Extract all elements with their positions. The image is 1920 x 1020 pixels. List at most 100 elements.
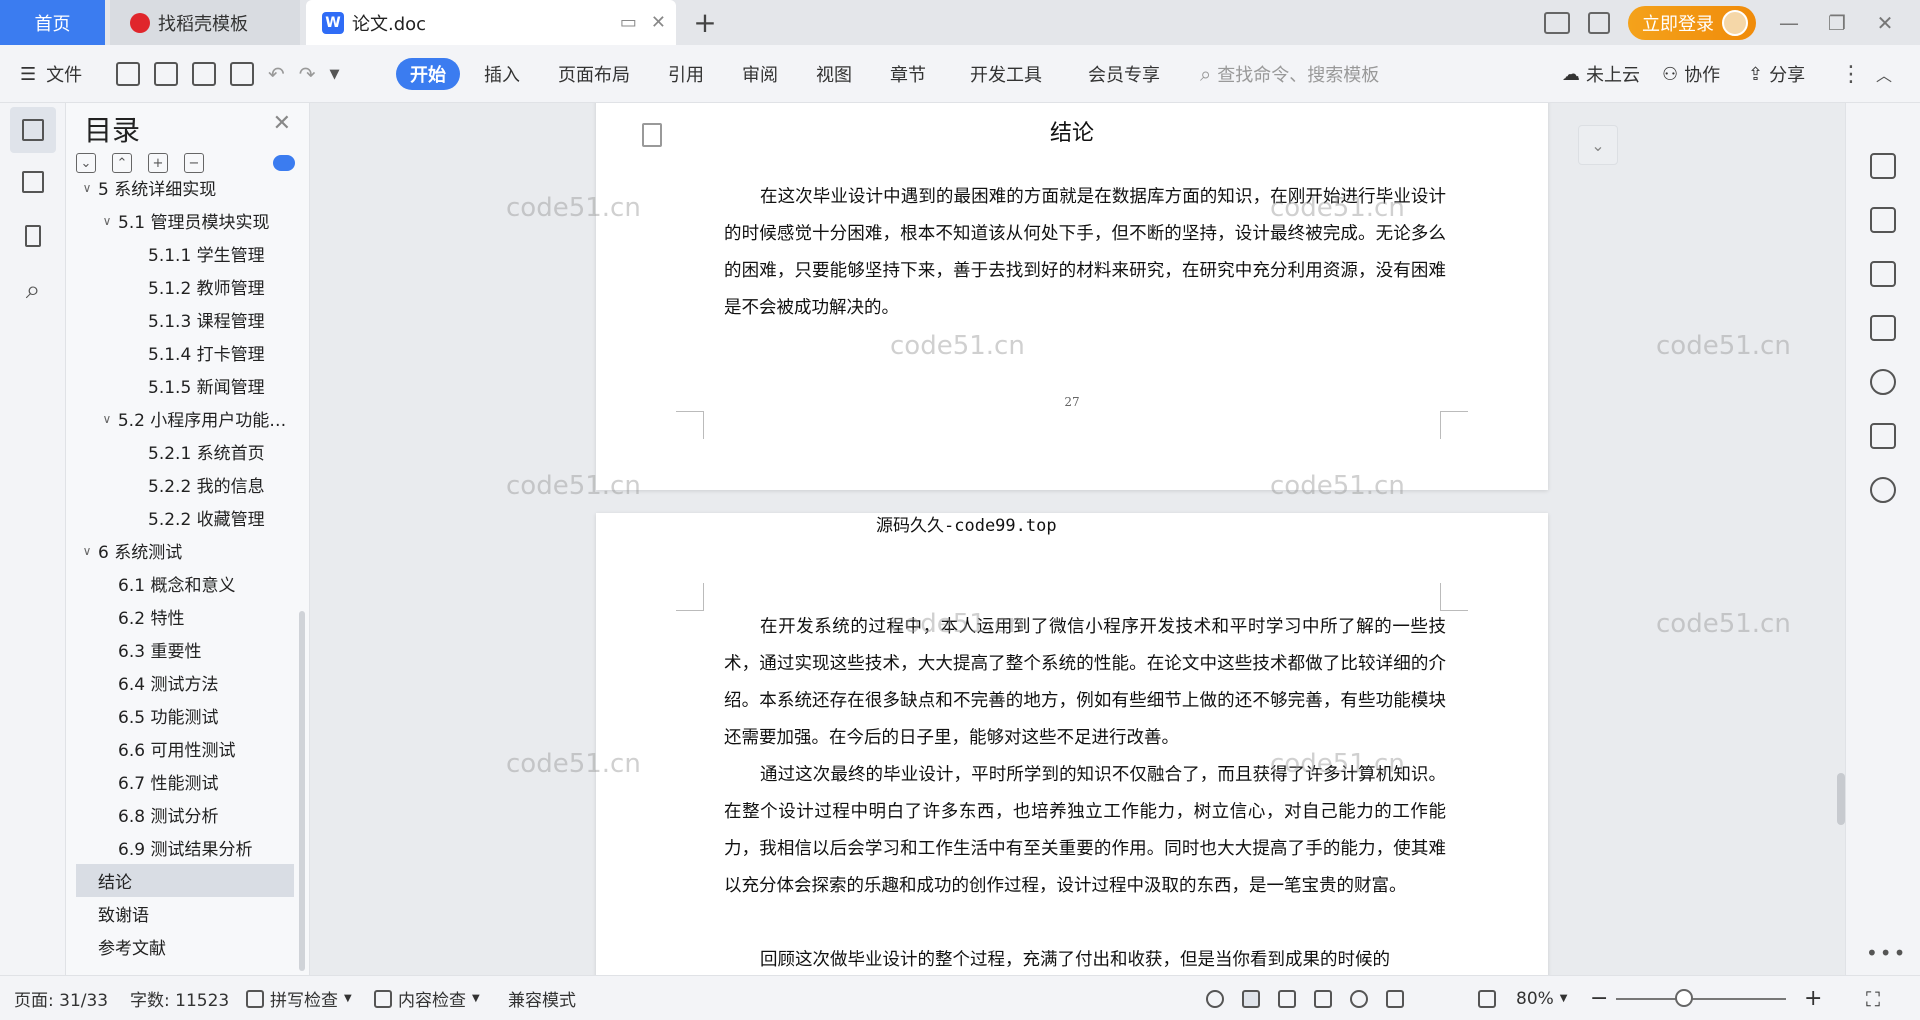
- toc-item[interactable]: 5.1.4 打卡管理: [66, 336, 309, 369]
- toc-item[interactable]: 参考文献: [66, 930, 309, 963]
- toc-item[interactable]: ∨ 6 系统测试: [66, 534, 309, 567]
- tab-home[interactable]: 首页: [0, 0, 105, 45]
- toc-item[interactable]: 6.8 测试分析: [66, 798, 309, 831]
- layout-icon[interactable]: [1544, 11, 1570, 34]
- save-icon[interactable]: [116, 62, 140, 86]
- toc-item[interactable]: 6.2 特性: [66, 600, 309, 633]
- tab-member[interactable]: 会员专享: [1088, 45, 1160, 103]
- more-options-icon[interactable]: ⋮: [1840, 45, 1862, 103]
- remove-level-icon[interactable]: −: [184, 153, 204, 173]
- page-indicator[interactable]: 页面: 31/33: [14, 976, 108, 1020]
- chevron-down-icon[interactable]: ∨: [96, 214, 118, 228]
- toc-item[interactable]: 6.4 测试方法: [66, 666, 309, 699]
- zoom-out-icon[interactable]: −: [1590, 976, 1608, 1020]
- reading-view-icon[interactable]: [1314, 989, 1332, 1008]
- content-check-button[interactable]: 内容检查 ▼: [374, 976, 480, 1020]
- write-view-icon[interactable]: [1386, 989, 1404, 1008]
- tab-start[interactable]: 开始: [396, 58, 460, 90]
- zoom-dropdown[interactable]: 80% ▼: [1516, 976, 1568, 1020]
- tab-insert[interactable]: 插入: [484, 45, 520, 103]
- toc-item[interactable]: 5.2.2 收藏管理: [66, 501, 309, 534]
- monitor-icon[interactable]: ▭: [620, 12, 637, 33]
- chevron-down-icon[interactable]: ∨: [76, 544, 98, 558]
- toc-item[interactable]: 5.2.1 系统首页: [66, 435, 309, 468]
- toc-item[interactable]: 5.1.3 课程管理: [66, 303, 309, 336]
- document-area[interactable]: 结论 在这次毕业设计中遇到的最困难的方面就是在数据库方面的知识，在刚开始进行毕业…: [310, 103, 1845, 975]
- zoom-slider-track[interactable]: [1616, 998, 1786, 1000]
- new-tab-button[interactable]: +: [690, 0, 720, 45]
- close-tab-icon[interactable]: ✕: [651, 12, 666, 33]
- file-menu[interactable]: ☰ 文件: [20, 45, 82, 103]
- nav-pane-button[interactable]: [10, 159, 56, 205]
- toc-item[interactable]: 结论: [76, 864, 294, 897]
- tab-document[interactable]: W 论文.doc ▭ ✕: [306, 0, 676, 45]
- eye-protection-icon[interactable]: [1206, 989, 1224, 1008]
- document-scrollbar[interactable]: [1835, 103, 1845, 975]
- redo-icon[interactable]: ↷: [299, 62, 316, 86]
- add-level-icon[interactable]: +: [148, 153, 168, 173]
- chevron-down-icon[interactable]: ▼: [330, 67, 340, 82]
- more-icon[interactable]: •••: [1866, 941, 1907, 965]
- restore-icon[interactable]: ❐: [1822, 11, 1852, 35]
- toc-item[interactable]: ∨ 5.1 管理员模块实现: [66, 204, 309, 237]
- tab-daoke-templates[interactable]: 找稻壳模板: [110, 0, 300, 45]
- image-tool-icon[interactable]: [1870, 315, 1896, 341]
- spell-check-button[interactable]: 拼写检查 ▼: [246, 976, 352, 1020]
- document-page[interactable]: 结论 在这次毕业设计中遇到的最困难的方面就是在数据库方面的知识，在刚开始进行毕业…: [596, 103, 1548, 490]
- pointer-icon[interactable]: [1870, 207, 1896, 233]
- export-icon[interactable]: [154, 62, 178, 86]
- scrollbar-thumb[interactable]: [1837, 773, 1845, 825]
- pen-icon[interactable]: [1870, 153, 1896, 179]
- toc-scrollbar[interactable]: [299, 611, 305, 971]
- word-count[interactable]: 字数: 11523: [130, 976, 229, 1020]
- tab-page-layout[interactable]: 页面布局: [558, 45, 630, 103]
- page-view-icon[interactable]: [1242, 989, 1260, 1008]
- fullscreen-icon[interactable]: ⛶: [1866, 976, 1880, 1020]
- tab-view[interactable]: 视图: [816, 45, 852, 103]
- command-search[interactable]: ⌕ 查找命令、搜索模板: [1200, 45, 1379, 103]
- print-icon[interactable]: [192, 62, 216, 86]
- share-button[interactable]: ⇪ 分享: [1748, 45, 1805, 103]
- toc-item[interactable]: 6.3 重要性: [66, 633, 309, 666]
- document-page[interactable]: 在开发系统的过程中，本人运用到了微信小程序开发技术和平时学习中所了解的一些技术，…: [596, 513, 1548, 975]
- fit-page-icon[interactable]: [1478, 976, 1496, 1020]
- print-preview-icon[interactable]: [230, 62, 254, 86]
- collapse-icon[interactable]: ⌃: [112, 153, 132, 173]
- zoom-in-icon[interactable]: +: [1804, 976, 1822, 1020]
- ai-assistant-icon[interactable]: [1870, 369, 1896, 395]
- collapse-ribbon-icon[interactable]: ︿: [1876, 45, 1892, 103]
- toc-item[interactable]: 5.1.5 新闻管理: [66, 369, 309, 402]
- help-icon[interactable]: [1870, 477, 1896, 503]
- collapse-panel-button[interactable]: ⌄: [1578, 125, 1618, 165]
- toc-panel-button[interactable]: [10, 107, 56, 153]
- toc-item[interactable]: 6.5 功能测试: [66, 699, 309, 732]
- toc-item[interactable]: 5.1.2 教师管理: [66, 270, 309, 303]
- close-window-icon[interactable]: ✕: [1870, 11, 1900, 35]
- toc-item[interactable]: 5.1.1 学生管理: [66, 237, 309, 270]
- toc-sync-toggle[interactable]: [273, 155, 295, 171]
- undo-icon[interactable]: ↶: [268, 62, 285, 86]
- close-icon[interactable]: ✕: [273, 111, 291, 136]
- login-button[interactable]: 立即登录: [1628, 5, 1756, 40]
- tab-developer[interactable]: 开发工具: [970, 45, 1042, 103]
- tab-references[interactable]: 引用: [668, 45, 704, 103]
- toc-item[interactable]: 6.9 测试结果分析: [66, 831, 309, 864]
- chevron-down-icon[interactable]: ∨: [96, 412, 118, 426]
- adjust-icon[interactable]: [1870, 261, 1896, 287]
- toc-item[interactable]: 6.1 概念和意义: [66, 567, 309, 600]
- collaborate-button[interactable]: ⚇ 协作: [1662, 45, 1720, 103]
- toc-item[interactable]: 6.7 性能测试: [66, 765, 309, 798]
- zoom-slider-handle[interactable]: [1675, 989, 1693, 1007]
- chevron-down-icon[interactable]: ∨: [76, 181, 98, 195]
- outline-view-icon[interactable]: [1278, 989, 1296, 1008]
- reader-icon[interactable]: [1870, 423, 1896, 449]
- bookmark-button[interactable]: [10, 213, 56, 259]
- toc-item[interactable]: 6.6 可用性测试: [66, 732, 309, 765]
- cloud-status-button[interactable]: ☁ 未上云: [1562, 45, 1640, 103]
- find-button[interactable]: ⌕: [10, 267, 56, 313]
- minimize-icon[interactable]: —: [1774, 11, 1804, 35]
- tab-review[interactable]: 审阅: [742, 45, 778, 103]
- web-view-icon[interactable]: [1350, 989, 1368, 1008]
- expand-icon[interactable]: ⌄: [76, 153, 96, 173]
- toc-item[interactable]: 致谢语: [66, 897, 309, 930]
